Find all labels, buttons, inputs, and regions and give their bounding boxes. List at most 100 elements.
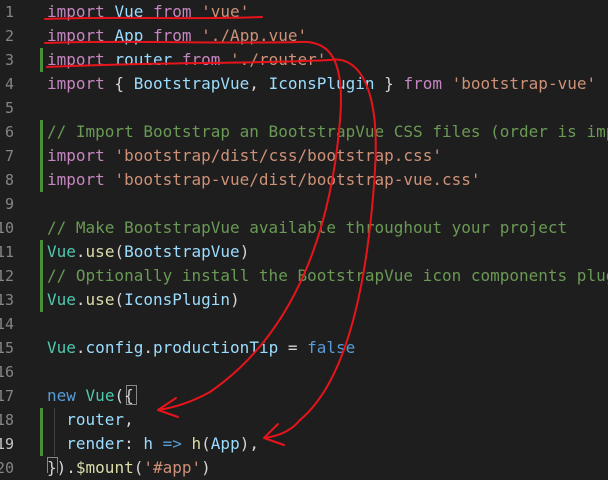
code-token: Vue — [114, 2, 144, 21]
code-line[interactable]: 16 — [0, 360, 608, 384]
code-line[interactable]: 6 // Import Bootstrap an BootstrapVue CSS… — [0, 120, 608, 144]
line-number: 17 — [0, 387, 14, 405]
code-token: from — [152, 26, 192, 45]
code-text[interactable]: Vue.use(BootstrapVue) — [47, 240, 249, 264]
line-number: 8 — [4, 171, 14, 189]
line-number: 9 — [4, 195, 14, 213]
code-line[interactable]: 14 — [0, 312, 608, 336]
code-line[interactable]: 3 import router from './router' — [0, 48, 608, 72]
code-token: ( — [114, 242, 125, 261]
code-line[interactable]: 19 render: h => h(App), — [0, 432, 608, 456]
code-token: productionTip — [152, 338, 279, 357]
line-number: 15 — [0, 339, 14, 357]
code-line[interactable]: 13 Vue.use(IconsPlugin) — [0, 288, 608, 312]
code-token: ({ — [114, 386, 134, 405]
code-token: . — [143, 338, 153, 357]
line-number: 12 — [0, 267, 14, 285]
code-line[interactable]: 4 import { BootstrapVue, IconsPlugin } fr… — [0, 72, 608, 96]
code-line[interactable]: 15 Vue.config.productionTip = false — [0, 336, 608, 360]
code-text[interactable]: import App from './App.vue' — [47, 24, 307, 48]
code-token: import — [47, 2, 105, 21]
code-text[interactable]: import router from './router' — [47, 48, 326, 72]
code-text[interactable]: // Optionally install the BootstrapVue i… — [47, 264, 608, 288]
code-token: ), — [239, 434, 259, 453]
code-line[interactable]: 20}).$mount('#app') — [0, 456, 608, 480]
code-text[interactable]: // Import Bootstrap an BootstrapVue CSS … — [47, 120, 608, 144]
code-line[interactable]: 8 import 'bootstrap-vue/dist/bootstrap-vu… — [0, 168, 608, 192]
code-token: 'bootstrap-vue/dist/bootstrap-vue.css' — [114, 170, 481, 189]
code-line[interactable]: 12 // Optionally install the BootstrapVue… — [0, 264, 608, 288]
code-token: App — [210, 434, 240, 453]
code-line[interactable]: 9 — [0, 192, 608, 216]
code-token: router — [66, 410, 125, 429]
line-number: 18 — [0, 411, 14, 429]
code-text[interactable]: Vue.config.productionTip = false — [47, 336, 355, 360]
code-token: { — [104, 74, 134, 93]
code-token: BootstrapVue — [133, 74, 250, 93]
code-token: ) — [201, 458, 211, 477]
code-editor[interactable]: 1 import Vue from 'vue' 2 import App from '… — [0, 0, 608, 477]
code-token: ) — [230, 290, 240, 309]
code-token: . — [75, 242, 86, 261]
line-number: 10 — [0, 219, 14, 237]
line-number: 2 — [4, 27, 14, 45]
code-token: false — [307, 338, 356, 357]
code-token: './router' — [230, 50, 327, 69]
code-line[interactable]: 10 // Make BootstrapVue available through… — [0, 216, 608, 240]
code-token: }). — [47, 458, 76, 477]
code-token: import — [47, 26, 105, 45]
code-text[interactable]: import { BootstrapVue, IconsPlugin } fro… — [47, 72, 596, 96]
code-token: . — [75, 338, 86, 357]
code-text[interactable]: new Vue({ — [47, 384, 134, 408]
code-token: IconsPlugin — [268, 74, 375, 93]
code-token: config — [85, 338, 144, 357]
code-text[interactable]: import Vue from 'vue' — [47, 0, 249, 24]
code-text[interactable]: router, — [47, 408, 133, 432]
code-text[interactable]: Vue.use(IconsPlugin) — [47, 288, 240, 312]
code-text[interactable]: import 'bootstrap/dist/css/bootstrap.css… — [47, 144, 442, 168]
code-token: Vue — [47, 242, 76, 261]
line-number: 14 — [0, 315, 14, 333]
code-text[interactable]: import 'bootstrap-vue/dist/bootstrap-vue… — [47, 168, 480, 192]
code-text[interactable]: render: h => h(App), — [47, 432, 259, 456]
code-line[interactable]: 2 import App from './App.vue' — [0, 24, 608, 48]
code-token: // Import Bootstrap an BootstrapVue CSS … — [47, 122, 608, 141]
code-token: 'vue' — [201, 2, 250, 21]
line-number: 1 — [4, 3, 14, 21]
code-token: ) — [239, 242, 250, 261]
code-line[interactable]: 11 Vue.use(BootstrapVue) — [0, 240, 608, 264]
code-line[interactable]: 7 import 'bootstrap/dist/css/bootstrap.cs… — [0, 144, 608, 168]
code-token: use — [85, 290, 115, 309]
code-token: $mount — [75, 458, 134, 477]
code-token: './App.vue' — [201, 26, 308, 45]
code-line[interactable]: 1 import Vue from 'vue' — [0, 0, 608, 24]
code-token: Vue — [47, 338, 76, 357]
code-token: import — [47, 50, 105, 69]
code-token: import — [47, 74, 105, 93]
code-token: import — [47, 146, 105, 165]
code-line[interactable]: 5 — [0, 96, 608, 120]
code-token: ( — [133, 458, 144, 477]
code-token: h — [143, 434, 153, 453]
code-text[interactable]: }).$mount('#app') — [47, 456, 211, 480]
code-text[interactable]: // Make BootstrapVue available throughou… — [47, 216, 567, 240]
code-token: Vue — [47, 290, 76, 309]
code-line[interactable]: 18 router, — [0, 408, 608, 432]
code-token: from — [403, 74, 442, 93]
code-token: h — [191, 434, 202, 453]
code-line[interactable]: 17 new Vue({ — [0, 384, 608, 408]
code-token: : — [124, 434, 144, 453]
